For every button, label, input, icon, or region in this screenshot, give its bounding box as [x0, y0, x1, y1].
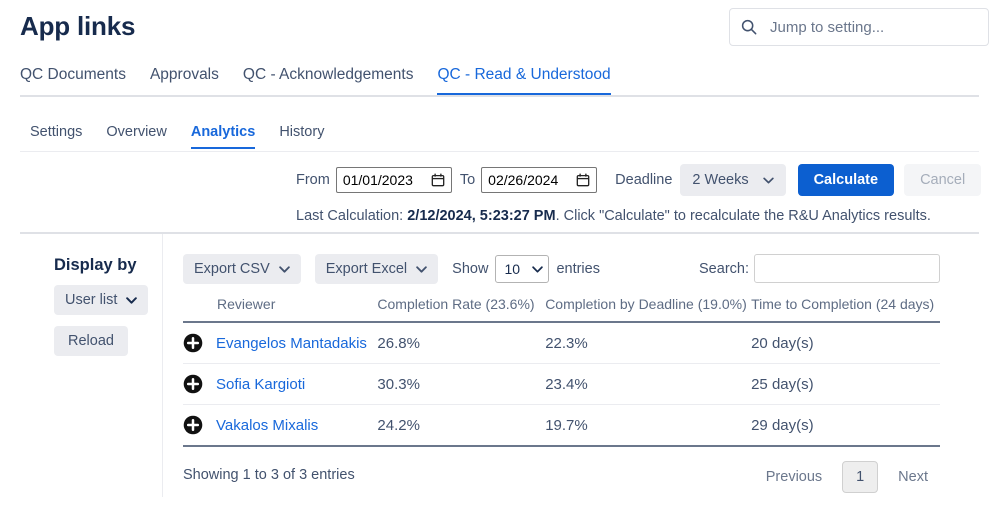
- table-row: Vakalos Mixalis 24.2% 19.7% 29 day(s): [183, 404, 940, 447]
- main-tab-list: QC Documents Approvals QC - Acknowledgem…: [20, 66, 979, 96]
- deadline-select-value: 2 Weeks: [692, 172, 749, 188]
- sub-tabs-divider: [20, 151, 979, 152]
- cancel-button: Cancel: [904, 164, 982, 196]
- table-footer: Showing 1 to 3 of 3 entries Previous 1 N…: [183, 461, 940, 493]
- expand-plus-icon[interactable]: [183, 333, 203, 353]
- analytics-table-panel: Export CSV Export Excel Show 10 entries: [183, 252, 940, 493]
- reviewer-link[interactable]: Sofia Kargioti: [216, 376, 305, 393]
- display-by-value: User list: [65, 292, 118, 308]
- reviewer-link[interactable]: Evangelos Mantadakis: [216, 335, 367, 352]
- subtab-history[interactable]: History: [279, 124, 324, 149]
- last-calculation-status: Last Calculation: 2/12/2024, 5:23:27 PM.…: [296, 208, 931, 224]
- analytics-table: Reviewer Completion Rate (23.6%) Complet…: [183, 296, 940, 447]
- cell-reviewer: Vakalos Mixalis: [183, 404, 378, 447]
- subtab-analytics[interactable]: Analytics: [190, 124, 256, 149]
- chevron-down-icon: [762, 177, 774, 183]
- deadline-label: Deadline: [615, 172, 673, 188]
- pagination: Previous 1 Next: [754, 461, 940, 493]
- cell-completion-rate: 24.2%: [377, 404, 546, 447]
- tab-approvals[interactable]: Approvals: [150, 66, 219, 96]
- cell-time-to-completion: 20 day(s): [751, 322, 940, 364]
- tab-qc-read-understood[interactable]: QC - Read & Understood: [437, 66, 611, 96]
- pagination-next[interactable]: Next: [886, 461, 940, 493]
- chevron-down-icon: [278, 265, 290, 273]
- from-label: From: [296, 172, 330, 188]
- chevron-down-icon: [126, 296, 138, 304]
- cell-completion-rate: 26.8%: [377, 322, 546, 364]
- table-header-row: Reviewer Completion Rate (23.6%) Complet…: [183, 296, 940, 323]
- export-csv-label: Export CSV: [194, 261, 270, 277]
- expand-plus-icon[interactable]: [183, 415, 203, 435]
- export-csv-button[interactable]: Export CSV: [183, 254, 301, 284]
- export-excel-button[interactable]: Export Excel: [314, 254, 439, 284]
- display-by-select[interactable]: User list: [54, 285, 149, 315]
- pagination-previous[interactable]: Previous: [754, 461, 834, 493]
- subtab-settings[interactable]: Settings: [30, 124, 82, 149]
- to-label: To: [459, 172, 476, 188]
- table-search-input[interactable]: [754, 254, 940, 283]
- search-input[interactable]: [768, 17, 978, 37]
- tab-qc-acknowledgements[interactable]: QC - Acknowledgements: [243, 66, 414, 96]
- sub-tab-list: Settings Overview Analytics History: [30, 124, 348, 149]
- column-header-reviewer[interactable]: Reviewer: [183, 296, 378, 323]
- app-links-page: App links QC Documents Approvals QC - Ac…: [0, 0, 999, 514]
- cell-completion-by-deadline: 23.4%: [545, 363, 752, 405]
- table-search-label: Search:: [699, 260, 749, 277]
- tab-qc-documents[interactable]: QC Documents: [20, 66, 126, 96]
- cell-reviewer: Sofia Kargioti: [183, 363, 378, 405]
- entries-label: entries: [556, 261, 600, 277]
- deadline-select[interactable]: 2 Weeks: [680, 164, 786, 196]
- table-controls: Export CSV Export Excel Show 10 entries: [183, 252, 940, 286]
- export-excel-label: Export Excel: [325, 261, 408, 277]
- table-row: Sofia Kargioti 30.3% 23.4% 25 day(s): [183, 363, 940, 405]
- subtab-overview[interactable]: Overview: [106, 124, 166, 149]
- to-date-input[interactable]: 02/26/2024: [481, 167, 598, 193]
- reload-button[interactable]: Reload: [54, 326, 128, 356]
- cell-time-to-completion: 29 day(s): [751, 404, 940, 447]
- from-date-input[interactable]: 01/01/2023: [335, 167, 452, 193]
- showing-entries-text: Showing 1 to 3 of 3 entries: [183, 467, 355, 483]
- entries-per-page-value: 10: [504, 261, 521, 277]
- cell-completion-by-deadline: 22.3%: [545, 322, 752, 364]
- column-header-time-to-completion[interactable]: Time to Completion (24 days): [751, 296, 940, 323]
- calendar-icon[interactable]: [431, 173, 445, 187]
- column-header-completion-by-deadline[interactable]: Completion by Deadline (19.0%): [545, 296, 752, 323]
- reviewer-link[interactable]: Vakalos Mixalis: [216, 417, 318, 434]
- table-head: Reviewer Completion Rate (23.6%) Complet…: [183, 296, 940, 323]
- column-header-completion-rate[interactable]: Completion Rate (23.6%): [377, 296, 546, 323]
- cell-completion-rate: 30.3%: [377, 363, 546, 405]
- to-date-value: 02/26/2024: [488, 172, 559, 188]
- cell-completion-by-deadline: 19.7%: [545, 404, 752, 447]
- table-search: Search:: [699, 254, 940, 283]
- table-body: Evangelos Mantadakis 26.8% 22.3% 20 day(…: [183, 322, 940, 447]
- chevron-down-icon: [532, 265, 544, 273]
- jump-to-setting-box[interactable]: [729, 8, 989, 46]
- expand-plus-icon[interactable]: [183, 374, 203, 394]
- last-calculation-timestamp: 2/12/2024, 5:23:27 PM: [407, 208, 556, 224]
- pagination-page-1[interactable]: 1: [842, 461, 879, 493]
- column-divider: [162, 234, 163, 497]
- calculate-button[interactable]: Calculate: [797, 164, 895, 196]
- cell-reviewer: Evangelos Mantadakis: [183, 322, 378, 364]
- display-by-title: Display by: [54, 256, 137, 274]
- search-icon: [741, 19, 757, 35]
- last-calculation-prefix: Last Calculation:: [296, 208, 408, 224]
- entries-per-page-select[interactable]: 10: [495, 255, 550, 283]
- table-row: Evangelos Mantadakis 26.8% 22.3% 20 day(…: [183, 322, 940, 364]
- last-calculation-suffix: . Click "Calculate" to recalculate the R…: [555, 208, 931, 224]
- toolbar-divider: [20, 232, 979, 234]
- from-date-value: 01/01/2023: [342, 172, 413, 188]
- main-tabs-divider: [20, 95, 979, 97]
- cell-time-to-completion: 25 day(s): [751, 363, 940, 405]
- page-title: App links: [20, 11, 136, 41]
- calendar-icon[interactable]: [576, 173, 590, 187]
- chevron-down-icon: [416, 265, 427, 273]
- show-label: Show: [452, 261, 489, 277]
- analytics-toolbar: From 01/01/2023 To 02/26/2024 Deadline 2…: [296, 164, 982, 196]
